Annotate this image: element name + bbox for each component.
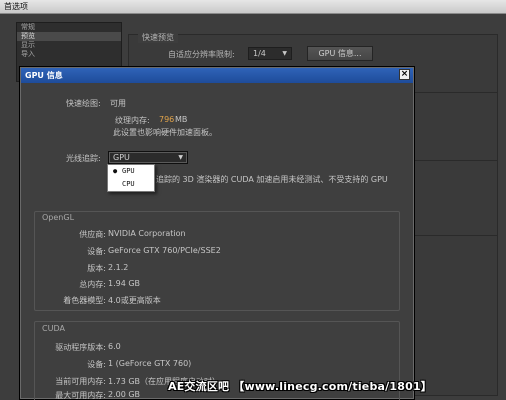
dropdown-option-gpu[interactable]: ● GPU bbox=[108, 165, 154, 178]
fast-draft-value: 可用 bbox=[110, 99, 126, 108]
cuda-max-memory-value: 2.00 GB bbox=[108, 390, 141, 399]
cuda-max-memory-label: 最大可用内存: bbox=[55, 391, 106, 400]
chevron-down-icon: ▼ bbox=[178, 154, 183, 161]
close-button[interactable]: × bbox=[399, 69, 410, 80]
window-title: 首选项 bbox=[4, 2, 28, 11]
opengl-shader-model-label: 着色器模型: bbox=[63, 296, 106, 305]
opengl-version-value: 2.1.2 bbox=[108, 263, 129, 272]
opengl-version-label: 版本: bbox=[87, 264, 106, 273]
texture-memory-value: 796 bbox=[159, 115, 175, 124]
raytracer-value: GPU bbox=[113, 153, 130, 162]
fast-draft-label: 快速绘图: bbox=[66, 99, 101, 108]
opengl-group-title: OpenGL bbox=[42, 213, 75, 222]
opengl-vendor-value: NVIDIA Corporation bbox=[108, 229, 186, 238]
cuda-current-memory-label: 当前可用内存: bbox=[55, 377, 106, 386]
panel-divider bbox=[412, 160, 498, 161]
window-titlebar: 首选项 bbox=[0, 0, 506, 14]
opengl-total-memory-value: 1.94 GB bbox=[108, 279, 141, 288]
category-item-import[interactable]: 导入 bbox=[17, 50, 121, 59]
opengl-shader-model-value: 4.0或更高版本 bbox=[108, 296, 161, 305]
fast-preview-group-title: 快速预览 bbox=[138, 32, 178, 43]
panel-divider bbox=[412, 235, 498, 236]
gpu-info-dialog: GPU 信息 × 快速绘图: 可用 纹理内存: 796 MB 此设置也影响硬件加… bbox=[19, 66, 415, 400]
adaptive-resolution-value: 1/4 bbox=[253, 49, 266, 58]
chevron-down-icon: ▼ bbox=[282, 50, 287, 57]
dialog-titlebar: GPU 信息 bbox=[21, 68, 413, 83]
opengl-device-value: GeForce GTX 760/PCIe/SSE2 bbox=[108, 246, 221, 255]
adaptive-resolution-label: 自适应分辨率限制: bbox=[168, 50, 235, 59]
category-item-display[interactable]: 显示 bbox=[17, 41, 121, 50]
opengl-vendor-label: 供应商: bbox=[79, 230, 106, 239]
category-item-preview[interactable]: 预览 bbox=[17, 32, 121, 41]
adaptive-resolution-select[interactable]: 1/4 ▼ bbox=[248, 47, 292, 60]
cuda-driver-version-label: 驱动程序版本: bbox=[55, 343, 106, 352]
dropdown-option-label: CPU bbox=[122, 180, 135, 188]
raytracer-note: 追踪的 3D 渲染器的 CUDA 加速启用未经测试、不受支持的 GPU bbox=[156, 175, 388, 184]
hardware-note: 此设置也影响硬件加速面板。 bbox=[113, 128, 217, 137]
dropdown-option-label: GPU bbox=[122, 167, 135, 175]
opengl-device-label: 设备: bbox=[87, 247, 106, 256]
selected-bullet-icon: ● bbox=[113, 167, 118, 175]
panel-divider bbox=[412, 92, 498, 93]
gpu-info-button[interactable]: GPU 信息... bbox=[307, 46, 373, 61]
cuda-group-title: CUDA bbox=[42, 324, 65, 333]
close-icon: × bbox=[400, 69, 409, 79]
category-item-general[interactable]: 常规 bbox=[17, 23, 121, 32]
cuda-driver-version-value: 6.0 bbox=[108, 342, 121, 351]
texture-memory-unit: MB bbox=[175, 115, 188, 124]
cuda-device-label: 设备: bbox=[87, 360, 106, 369]
raytracer-dropdown: ● GPU CPU bbox=[107, 164, 155, 192]
watermark: AE交流区吧 【www.linecg.com/tieba/1801】 bbox=[168, 380, 432, 393]
raytracer-label: 光线追踪: bbox=[66, 154, 101, 163]
opengl-total-memory-label: 总内存: bbox=[79, 280, 106, 289]
cuda-device-value: 1 (GeForce GTX 760) bbox=[108, 359, 192, 368]
dialog-title: GPU 信息 bbox=[25, 71, 63, 80]
raytracer-select[interactable]: GPU ▼ bbox=[108, 151, 188, 164]
dropdown-option-cpu[interactable]: CPU bbox=[108, 178, 154, 191]
texture-memory-label: 纹理内存: bbox=[115, 116, 150, 125]
